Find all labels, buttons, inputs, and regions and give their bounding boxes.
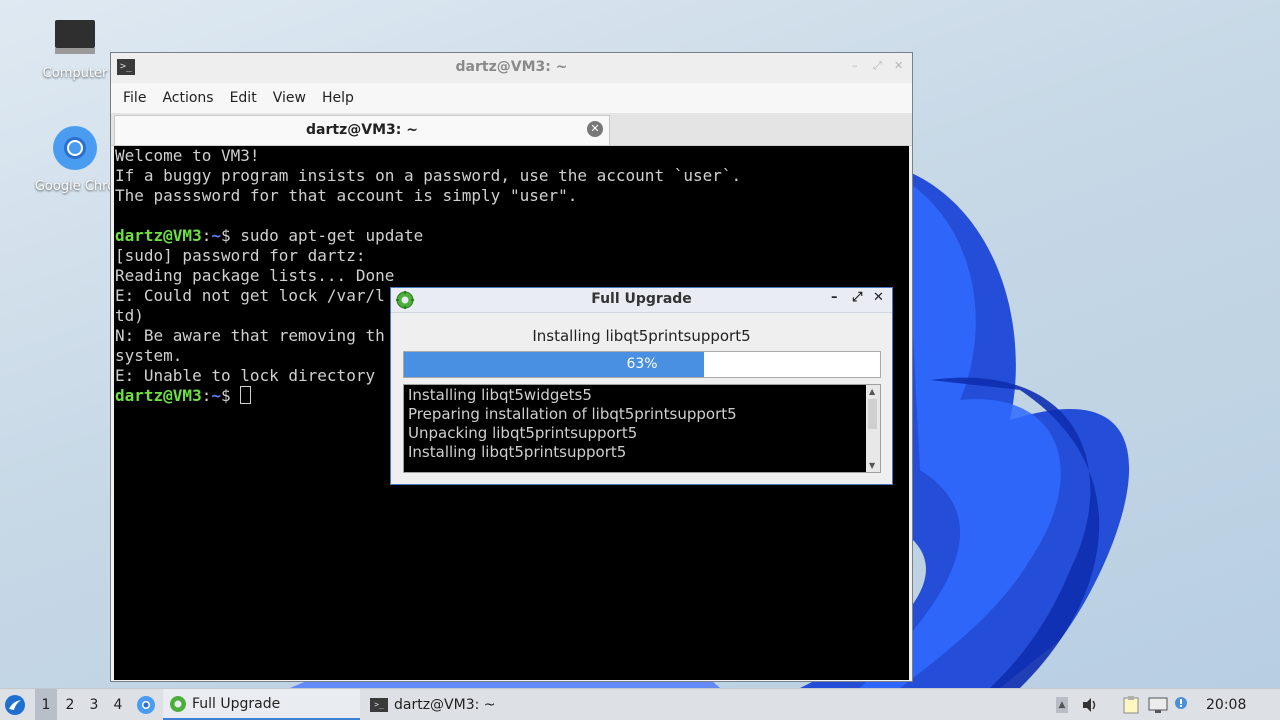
progress-label: 63% [626,356,658,372]
task-terminal[interactable]: >_ dartz@VM3: ~ [364,689,570,720]
prompt-dollar: $ [220,226,241,245]
install-status: Installing libqt5printsupport5 [532,327,751,345]
scrollbar-thumb[interactable] [868,399,877,429]
task-label: Full Upgrade [192,695,281,712]
menu-edit[interactable]: Edit [222,90,265,106]
terminal-titlebar[interactable]: >_ dartz@VM3: ~ – ⤢ ✕ [111,53,912,83]
terminal-line: E: Unable to lock directory [115,366,385,385]
terminal-line: Welcome to VM3! [115,146,260,165]
minimize-icon[interactable]: – [852,59,858,72]
full-upgrade-dialog: Full Upgrade – ⤢ ✕ Installing libqt5prin… [390,287,893,485]
dialog-titlebar[interactable]: Full Upgrade – ⤢ ✕ [391,288,892,313]
terminal-tabbar: dartz@VM3: ~ ✕ [111,113,912,146]
scroll-up-icon[interactable]: ▲ [869,387,875,396]
workspace-2[interactable]: 2 [59,689,81,720]
task-label: dartz@VM3: ~ [394,696,496,713]
tray-up-arrow-icon[interactable]: ▲ [1054,689,1070,720]
prompt-separator: : [201,226,212,245]
maximize-icon[interactable]: ⤢ [873,59,882,73]
clock[interactable]: 20:08 [1206,689,1246,720]
close-icon[interactable]: ✕ [894,59,903,72]
workspace-3[interactable]: 3 [83,689,105,720]
network-icon[interactable] [1147,689,1169,720]
chrome-icon [137,695,155,714]
menu-actions[interactable]: Actions [154,90,221,106]
tab-label: dartz@VM3: ~ [306,122,418,138]
notification-icon[interactable] [1174,689,1188,720]
terminal-title: dartz@VM3: ~ [455,59,568,75]
terminal-line: N: Be aware that removing th [115,326,385,345]
chrome-launcher[interactable] [134,689,158,720]
task-full-upgrade[interactable]: Full Upgrade [163,689,360,720]
dialog-title: Full Upgrade [591,291,692,307]
prompt-path: ~ [211,226,221,245]
terminal-line: [sudo] password for dartz: [115,246,366,265]
maximize-icon[interactable]: ⤢ [852,290,862,305]
prompt-user: dartz@VM3 [115,226,202,245]
close-icon[interactable]: ✕ [873,290,884,305]
minimize-icon[interactable]: – [831,290,838,305]
prompt-dollar: $ [220,386,241,405]
gear-icon [170,695,186,712]
clipboard-icon[interactable] [1121,689,1141,720]
progress-bar: 63% [403,351,881,378]
terminal-icon: >_ [370,697,388,712]
close-tab-icon[interactable]: ✕ [587,121,603,137]
chrome-icon [53,126,97,170]
workspace-1[interactable]: 1 [35,689,57,720]
text-cursor [240,386,252,404]
terminal-line: The passsword for that account is simply… [115,186,578,205]
log-line: Unpacking libqt5printsupport5 [408,424,638,442]
start-menu-button[interactable] [4,689,28,720]
terminal-menubar: File Actions Edit View Help [111,83,912,113]
monitor-icon [55,20,95,54]
terminal-line: Reading package lists... Done [115,266,395,285]
prompt-path: ~ [211,386,221,405]
menu-view[interactable]: View [265,90,314,106]
terminal-line: system. [115,346,183,365]
scroll-down-icon[interactable]: ▼ [869,461,875,470]
install-log[interactable]: Installing libqt5widgets5 Preparing inst… [403,384,881,473]
menu-help[interactable]: Help [314,90,362,106]
prompt-user: dartz@VM3 [115,386,202,405]
lubuntu-logo-icon [5,694,25,715]
log-line: Installing libqt5widgets5 [408,386,592,404]
volume-icon[interactable] [1080,689,1100,720]
menu-file[interactable]: File [115,90,154,106]
log-scrollbar[interactable]: ▲ ▼ [866,385,880,472]
terminal-line: td) [115,306,144,325]
workspace-4[interactable]: 4 [107,689,129,720]
taskbar: 1 2 3 4 Full Upgrade >_ dartz@VM3: ~ ▲ 2… [0,688,1280,720]
terminal-line: If a buggy program insists on a password… [115,166,742,185]
terminal-line: E: Could not get lock /var/l [115,286,385,305]
desktop: Computer Google Chro >_ dartz@VM3: ~ – ⤢… [0,0,1280,688]
prompt-command: sudo apt-get update [240,226,424,245]
log-line: Installing libqt5printsupport5 [408,443,627,461]
terminal-tab[interactable]: dartz@VM3: ~ ✕ [114,115,610,145]
log-line: Preparing installation of libqt5printsup… [408,405,737,423]
prompt-separator: : [201,386,212,405]
